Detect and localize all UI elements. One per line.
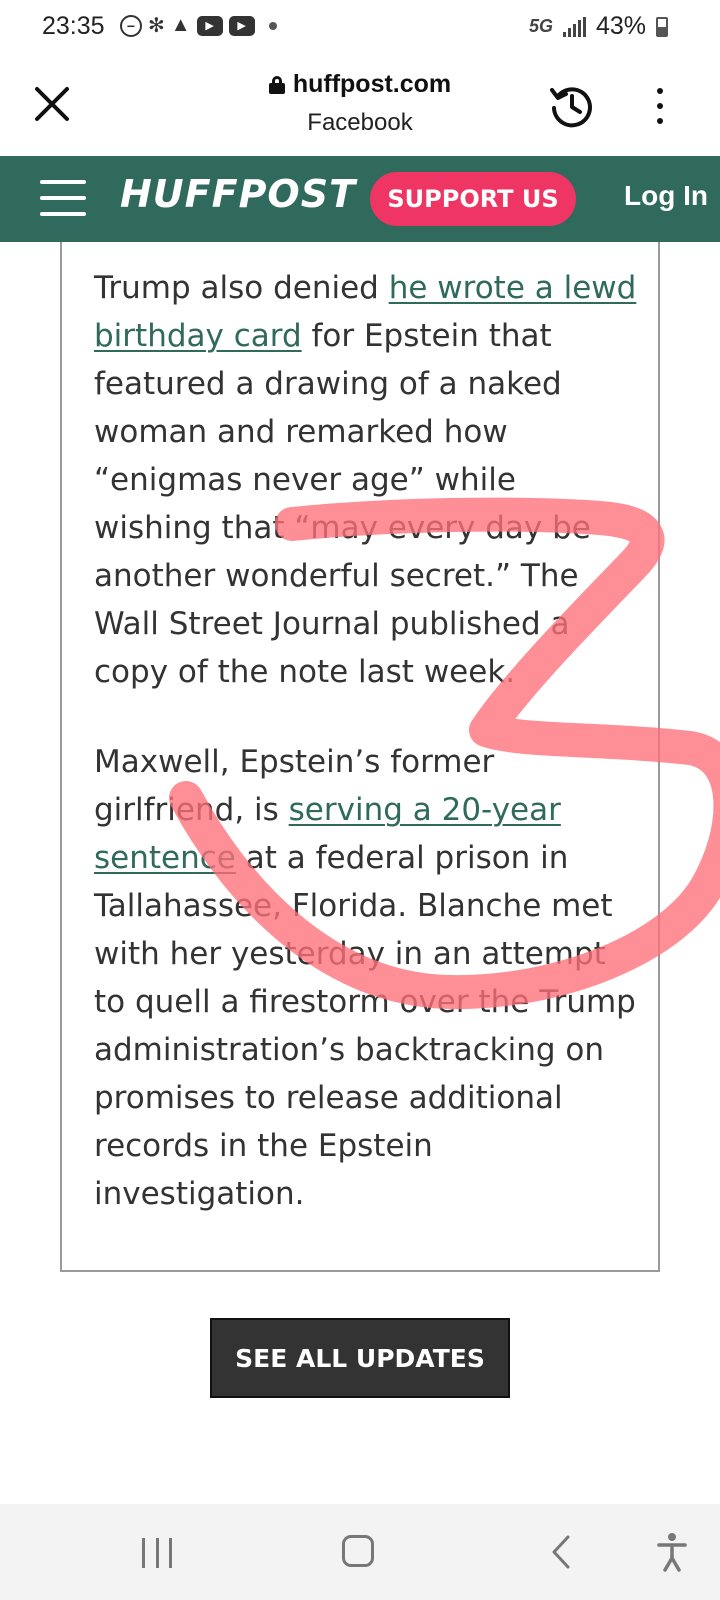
back-button[interactable] <box>546 1534 576 1570</box>
article-paragraph: Maxwell, Epstein’s former girlfriend, is… <box>94 738 642 1218</box>
youtube-icon: ▶ <box>228 15 255 36</box>
status-bar: 23:35 − ✻ ▲ ▶ ▶ 5G 43% <box>0 0 720 56</box>
hamburger-icon <box>40 180 86 184</box>
youtube-icon: ▶ <box>196 15 223 36</box>
dot-icon <box>268 21 277 30</box>
battery-icon <box>656 16 668 37</box>
recents-button[interactable] <box>142 1538 172 1568</box>
minus-circle-icon: − <box>120 14 142 37</box>
battery-percent: 43% <box>595 12 646 40</box>
status-right: 5G 43% <box>529 12 668 41</box>
live-update-card: Trump also denied he wrote a lewd birthd… <box>60 242 660 1272</box>
recents-icon <box>142 1538 145 1568</box>
history-icon <box>550 87 592 128</box>
support-us-button[interactable]: SUPPORT US <box>370 172 576 226</box>
huffpost-logo[interactable]: HUFFPOST <box>120 172 356 216</box>
back-icon <box>552 1535 570 1569</box>
accessibility-icon <box>657 1533 687 1572</box>
site-header: HUFFPOST SUPPORT US Log In <box>0 156 720 242</box>
system-nav-bar <box>0 1504 720 1600</box>
status-time: 23:35 <box>42 12 105 40</box>
close-icon <box>35 87 69 121</box>
warning-icon: ▲ <box>170 14 191 36</box>
home-button[interactable] <box>342 1535 374 1567</box>
network-type: 5G <box>528 16 553 36</box>
lock-icon <box>268 75 285 94</box>
signal-icon <box>562 16 586 37</box>
see-all-updates-button[interactable]: SEE ALL UPDATES <box>210 1318 510 1398</box>
login-link[interactable]: Log In <box>624 180 708 212</box>
notification-icons: − ✻ ▲ ▶ ▶ <box>120 13 277 38</box>
accessibility-button[interactable] <box>656 1532 688 1572</box>
history-button[interactable] <box>548 82 596 130</box>
paragraph-text: Trump also denied <box>94 270 389 306</box>
browser-toolbar: huffpost.com Facebook <box>0 56 720 156</box>
close-button[interactable] <box>28 80 76 128</box>
url-display[interactable]: huffpost.com Facebook <box>200 70 520 137</box>
article-paragraph: Trump also denied he wrote a lewd birthd… <box>94 264 642 696</box>
paragraph-text: at a federal prison in Tallahassee, Flor… <box>94 840 636 1212</box>
url-source: Facebook <box>307 109 413 136</box>
menu-button[interactable] <box>40 180 86 216</box>
more-vertical-icon <box>657 88 663 94</box>
url-domain: huffpost.com <box>292 70 452 98</box>
fan-icon: ✻ <box>148 15 165 37</box>
paragraph-text: for Epstein that featured a drawing of a… <box>94 318 591 690</box>
more-options-button[interactable] <box>650 84 670 128</box>
